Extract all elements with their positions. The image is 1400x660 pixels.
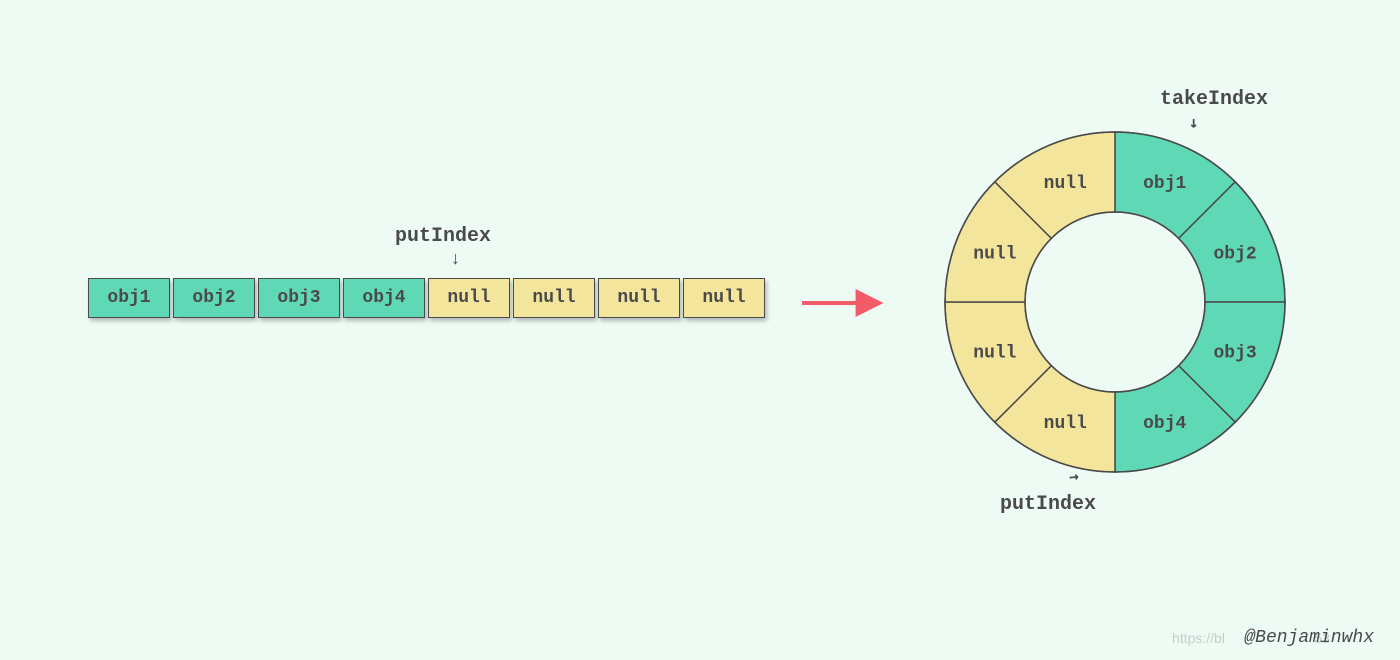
array-cell: null (428, 278, 510, 318)
array-cell: obj1 (88, 278, 170, 318)
attribution-text: @Benjaminwhx (1244, 628, 1374, 648)
linear-array: obj1 obj2 obj3 obj4 null null null null (88, 278, 768, 318)
array-cell: null (598, 278, 680, 318)
put-index-label-linear: putIndex (395, 225, 491, 248)
ring-slot-label: obj4 (1143, 414, 1186, 434)
array-cell: obj2 (173, 278, 255, 318)
take-index-label-ring: takeIndex (1160, 88, 1268, 111)
ring-slot-label: null (1044, 414, 1087, 434)
transition-arrow-icon (800, 288, 890, 318)
ring-slot-label: null (973, 244, 1016, 264)
ring-slot-label: obj1 (1143, 174, 1186, 194)
put-index-label-ring: putIndex (1000, 493, 1096, 516)
ring-slot-label: obj2 (1213, 244, 1256, 264)
put-index-arrow-linear: ↓ (450, 250, 461, 270)
array-cell: null (683, 278, 765, 318)
ring-diagram: obj1 obj2 obj3 obj4 null null null null (935, 122, 1295, 482)
ring-slot-label: null (1044, 174, 1087, 194)
ring-slot-label: null (973, 344, 1016, 364)
array-cell: obj4 (343, 278, 425, 318)
ring-slot-label: obj3 (1213, 344, 1256, 364)
array-cell: null (513, 278, 595, 318)
array-cell: obj3 (258, 278, 340, 318)
